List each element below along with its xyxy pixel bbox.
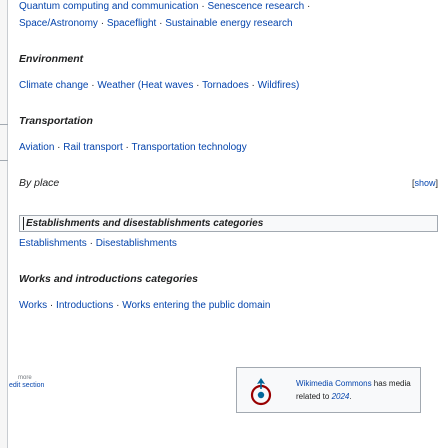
- wikimedia-commons-icon: [250, 378, 272, 406]
- separator: ·: [193, 80, 203, 91]
- heading-environment: Environment: [19, 53, 84, 65]
- separator: ·: [54, 142, 64, 153]
- commons-text-after: has media: [371, 379, 411, 388]
- link-transportation-technology[interactable]: Transportation technology: [131, 142, 246, 153]
- commons-year-link[interactable]: 2024: [332, 392, 350, 401]
- bracket-close: ]: [435, 178, 438, 188]
- establishments-category-box[interactable]: Establishments and disestablishments cat…: [19, 215, 438, 232]
- link-sustainable-energy[interactable]: Sustainable energy research: [165, 18, 292, 29]
- separator: ·: [113, 300, 123, 311]
- commons-link[interactable]: Wikimedia Commons: [296, 379, 372, 388]
- show-toggle[interactable]: [show]: [412, 178, 438, 188]
- link-tornadoes[interactable]: Tornadoes: [202, 80, 249, 91]
- heading-by-place: By place: [19, 177, 60, 189]
- link-weather[interactable]: Weather (Heat waves: [97, 80, 193, 91]
- separator: ·: [97, 18, 107, 29]
- link-rail-transport[interactable]: Rail transport: [63, 142, 122, 153]
- works-links: Works · Introductions · Works entering t…: [19, 300, 270, 311]
- link-establishments[interactable]: Establishments: [19, 238, 87, 249]
- heading-transportation: Transportation: [19, 115, 93, 127]
- separator: ·: [156, 18, 166, 29]
- commons-text: Wikimedia Commons has media related to 2…: [296, 377, 411, 403]
- topic-line-2: Space/Astronomy · Spaceflight · Sustaina…: [19, 18, 293, 29]
- link-space-astronomy[interactable]: Space/Astronomy: [19, 18, 98, 29]
- link-introductions[interactable]: Introductions: [56, 300, 113, 311]
- commons-text-prefix: related to: [296, 392, 332, 401]
- sidebar-edge-line: [7, 0, 8, 448]
- environment-links: Climate change · Weather (Heat waves · T…: [19, 80, 299, 91]
- show-link[interactable]: show: [414, 178, 435, 188]
- establishments-box-title: Establishments and disestablishments cat…: [26, 218, 264, 229]
- separator: ·: [86, 238, 96, 249]
- page: Quantum computing and communication · Se…: [0, 0, 448, 448]
- link-wildfires[interactable]: Wildfires): [258, 80, 300, 91]
- establishments-links: Establishments · Disestablishments: [19, 238, 177, 249]
- edit-section-link[interactable]: edit section: [9, 382, 44, 389]
- link-climate-change[interactable]: Climate change: [19, 80, 88, 91]
- link-spaceflight[interactable]: Spaceflight: [107, 18, 156, 29]
- link-senescence-research[interactable]: Senescence research: [207, 1, 304, 12]
- commons-box: Wikimedia Commons has media related to 2…: [236, 367, 421, 413]
- commons-period: .: [349, 392, 352, 401]
- link-works-public-domain[interactable]: Works entering the public domain: [122, 300, 270, 311]
- transportation-links: Aviation · Rail transport · Transportati…: [19, 142, 247, 153]
- link-aviation[interactable]: Aviation: [19, 142, 54, 153]
- more-label: more: [18, 375, 32, 381]
- sidebar-tick: [0, 160, 8, 161]
- heading-works: Works and introductions categories: [19, 273, 198, 285]
- link-quantum-computing[interactable]: Quantum computing and communication: [19, 1, 199, 12]
- separator: ·: [304, 1, 311, 12]
- separator: ·: [248, 80, 258, 91]
- separator: ·: [47, 300, 57, 311]
- sidebar-tick: [0, 124, 8, 125]
- link-works[interactable]: Works: [19, 300, 47, 311]
- link-disestablishments[interactable]: Disestablishments: [96, 238, 177, 249]
- topic-line-1: Quantum computing and communication · Se…: [19, 1, 310, 12]
